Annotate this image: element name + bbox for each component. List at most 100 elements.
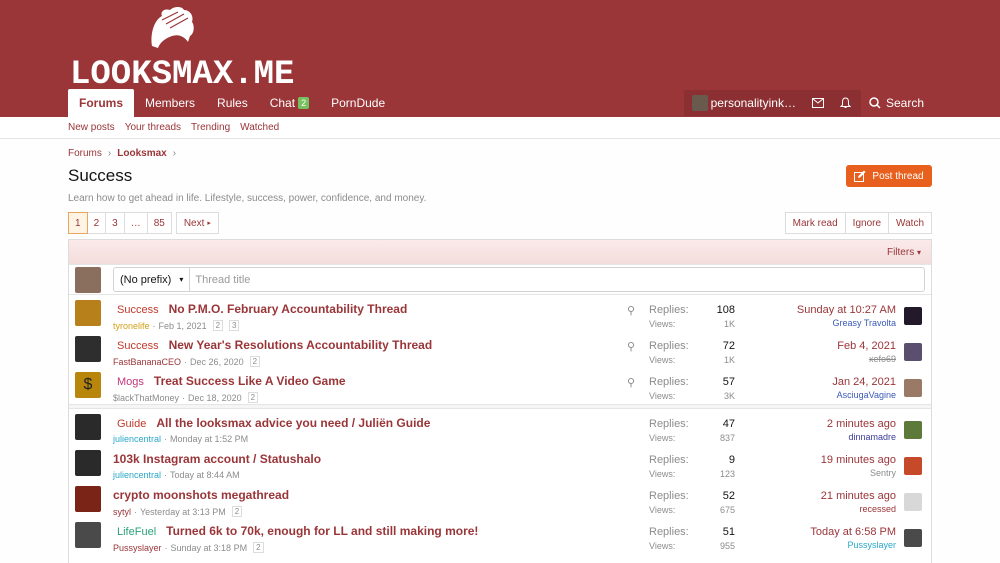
thread-title[interactable]: No P.M.O. February Accountability Thread xyxy=(169,302,408,316)
page-2[interactable]: 2 xyxy=(87,212,107,234)
thread-prefix[interactable]: Mogs xyxy=(113,376,148,388)
thread-meta: Pussyslayer · Sunday at 3:18 PM 2 xyxy=(113,542,264,553)
avatar[interactable] xyxy=(75,486,101,512)
search-button[interactable]: Search xyxy=(860,90,932,116)
thread-page-link[interactable]: 2 xyxy=(231,506,243,517)
last-post-user[interactable]: Sentry xyxy=(870,468,896,478)
thread-title[interactable]: crypto moonshots megathread xyxy=(113,488,289,502)
thread-author[interactable]: Pussyslayer xyxy=(113,543,162,553)
table-row[interactable]: 103k Instagram account / Statushalo juli… xyxy=(69,446,931,482)
thread-title[interactable]: New Year's Resolutions Accountability Th… xyxy=(169,338,433,352)
thread-author[interactable]: juliencentral xyxy=(113,470,161,480)
subnav-watched[interactable]: Watched xyxy=(240,122,279,133)
prefix-select[interactable]: (No prefix) ▾ xyxy=(114,268,191,291)
thread-page-link[interactable]: 2 xyxy=(212,320,224,331)
thread-title[interactable]: 103k Instagram account / Statushalo xyxy=(113,452,321,466)
thread-date[interactable]: Today at 8:44 AM xyxy=(170,470,240,480)
last-post-date[interactable]: Today at 6:58 PM xyxy=(810,526,896,538)
avatar[interactable] xyxy=(75,336,101,362)
table-row[interactable]: Success No P.M.O. February Accountabilit… xyxy=(69,296,931,332)
subnav-new-posts[interactable]: New posts xyxy=(68,122,115,133)
account-menu[interactable]: personalityink… xyxy=(684,90,804,116)
thread-author[interactable]: FastBananaCEO xyxy=(113,357,181,367)
breadcrumb-forums[interactable]: Forums xyxy=(68,148,102,159)
thread-page-link[interactable]: 2 xyxy=(253,542,264,553)
last-post-date[interactable]: 21 minutes ago xyxy=(821,490,896,502)
thread-date[interactable]: Dec 18, 2020 xyxy=(188,393,242,403)
edit-icon xyxy=(854,170,866,182)
thread-date[interactable]: Yesterday at 3:13 PM xyxy=(140,507,226,517)
thread-author[interactable]: sytyl xyxy=(113,507,131,517)
last-post-date[interactable]: Jan 24, 2021 xyxy=(832,376,896,388)
thread-author[interactable]: $lackThatMoney xyxy=(113,393,179,403)
page-last[interactable]: 85 xyxy=(147,212,172,234)
avatar[interactable] xyxy=(904,379,922,397)
avatar[interactable] xyxy=(75,414,101,440)
thread-date[interactable]: Feb 1, 2021 xyxy=(159,321,207,331)
avatar[interactable] xyxy=(75,522,101,548)
next-page-button[interactable]: Next ▸ xyxy=(175,212,219,234)
tab-rules[interactable]: Rules xyxy=(206,89,259,117)
tab-chat[interactable]: Chat 2 xyxy=(259,89,320,117)
thread-title[interactable]: Turned 6k to 70k, enough for LL and stil… xyxy=(166,524,478,538)
thread-title-input[interactable]: Thread title xyxy=(190,274,250,286)
avatar[interactable]: $ xyxy=(75,372,101,398)
thread-page-link[interactable]: 2 xyxy=(247,392,259,403)
last-post-user[interactable]: dinnamadre xyxy=(848,432,896,442)
last-post-user[interactable]: recessed xyxy=(859,504,896,514)
thread-prefix[interactable]: Guide xyxy=(113,418,150,430)
avatar[interactable] xyxy=(904,529,922,547)
thread-page-link[interactable]: 2 xyxy=(249,356,261,367)
avatar[interactable] xyxy=(904,307,922,325)
avatar[interactable] xyxy=(75,450,101,476)
subnav-your-threads[interactable]: Your threads xyxy=(125,122,181,133)
thread-page-link[interactable]: 3 xyxy=(229,320,240,331)
last-post-date[interactable]: Feb 4, 2021 xyxy=(837,340,896,352)
thread-prefix[interactable]: Success xyxy=(113,304,163,316)
thread-title[interactable]: All the looksmax advice you need / Julië… xyxy=(156,416,430,430)
post-thread-button[interactable]: Post thread xyxy=(846,165,932,187)
thread-author[interactable]: juliencentral xyxy=(113,434,161,444)
avatar[interactable] xyxy=(904,457,922,475)
avatar[interactable] xyxy=(75,300,101,326)
thread-prefix[interactable]: Success xyxy=(113,340,163,352)
thread-prefix[interactable]: LifeFuel xyxy=(113,526,160,538)
tab-members[interactable]: Members xyxy=(134,89,206,117)
table-row[interactable]: Success New Year's Resolutions Accountab… xyxy=(69,332,931,368)
page-ellipsis[interactable]: … xyxy=(124,212,148,234)
last-post-date[interactable]: Sunday at 10:27 AM xyxy=(797,304,896,316)
subnav-trending[interactable]: Trending xyxy=(191,122,230,133)
filters-button[interactable]: Filters ▾ xyxy=(887,247,921,258)
last-post-user[interactable]: Pussyslayer xyxy=(847,540,896,550)
table-row[interactable]: Guide All the looksmax advice you need /… xyxy=(69,410,931,446)
inbox-button[interactable] xyxy=(804,90,832,116)
breadcrumb-looksmax[interactable]: Looksmax xyxy=(117,148,166,159)
site-logo[interactable]: LOOKSMAX.ME xyxy=(68,6,294,94)
thread-date[interactable]: Monday at 1:52 PM xyxy=(170,434,248,444)
mark-read-button[interactable]: Mark read xyxy=(784,212,846,234)
alerts-button[interactable] xyxy=(832,90,859,116)
avatar[interactable] xyxy=(904,421,922,439)
avatar[interactable] xyxy=(904,493,922,511)
avatar[interactable] xyxy=(904,343,922,361)
thread-date[interactable]: Sunday at 3:18 PM xyxy=(171,543,248,553)
thread-author[interactable]: tyronelife xyxy=(113,321,150,331)
last-post-user[interactable]: Greasy Travolta xyxy=(832,318,896,328)
table-row[interactable]: LifeFuel Turned 6k to 70k, enough for LL… xyxy=(69,518,931,554)
table-row[interactable]: crypto moonshots megathread sytyl · Yest… xyxy=(69,482,931,518)
thread-title-field[interactable]: (No prefix) ▾ Thread title xyxy=(113,267,925,292)
last-post-date[interactable]: 19 minutes ago xyxy=(821,454,896,466)
thread-title[interactable]: Treat Success Like A Video Game xyxy=(154,374,346,388)
tab-forums[interactable]: Forums xyxy=(68,89,135,117)
last-post-user[interactable]: xefo69 xyxy=(869,354,896,364)
page-3[interactable]: 3 xyxy=(106,212,125,234)
last-post-user[interactable]: AsciugaVagine xyxy=(837,390,896,400)
last-post-date[interactable]: 2 minutes ago xyxy=(827,418,896,430)
table-row[interactable]: $ Mogs Treat Success Like A Video Game $… xyxy=(69,368,931,404)
views-label: Views: xyxy=(649,391,676,401)
page-1[interactable]: 1 xyxy=(68,212,88,234)
tab-porndude[interactable]: PornDude xyxy=(320,89,396,117)
thread-date[interactable]: Dec 26, 2020 xyxy=(190,357,244,367)
watch-button[interactable]: Watch xyxy=(889,212,932,234)
ignore-button[interactable]: Ignore xyxy=(845,212,890,234)
